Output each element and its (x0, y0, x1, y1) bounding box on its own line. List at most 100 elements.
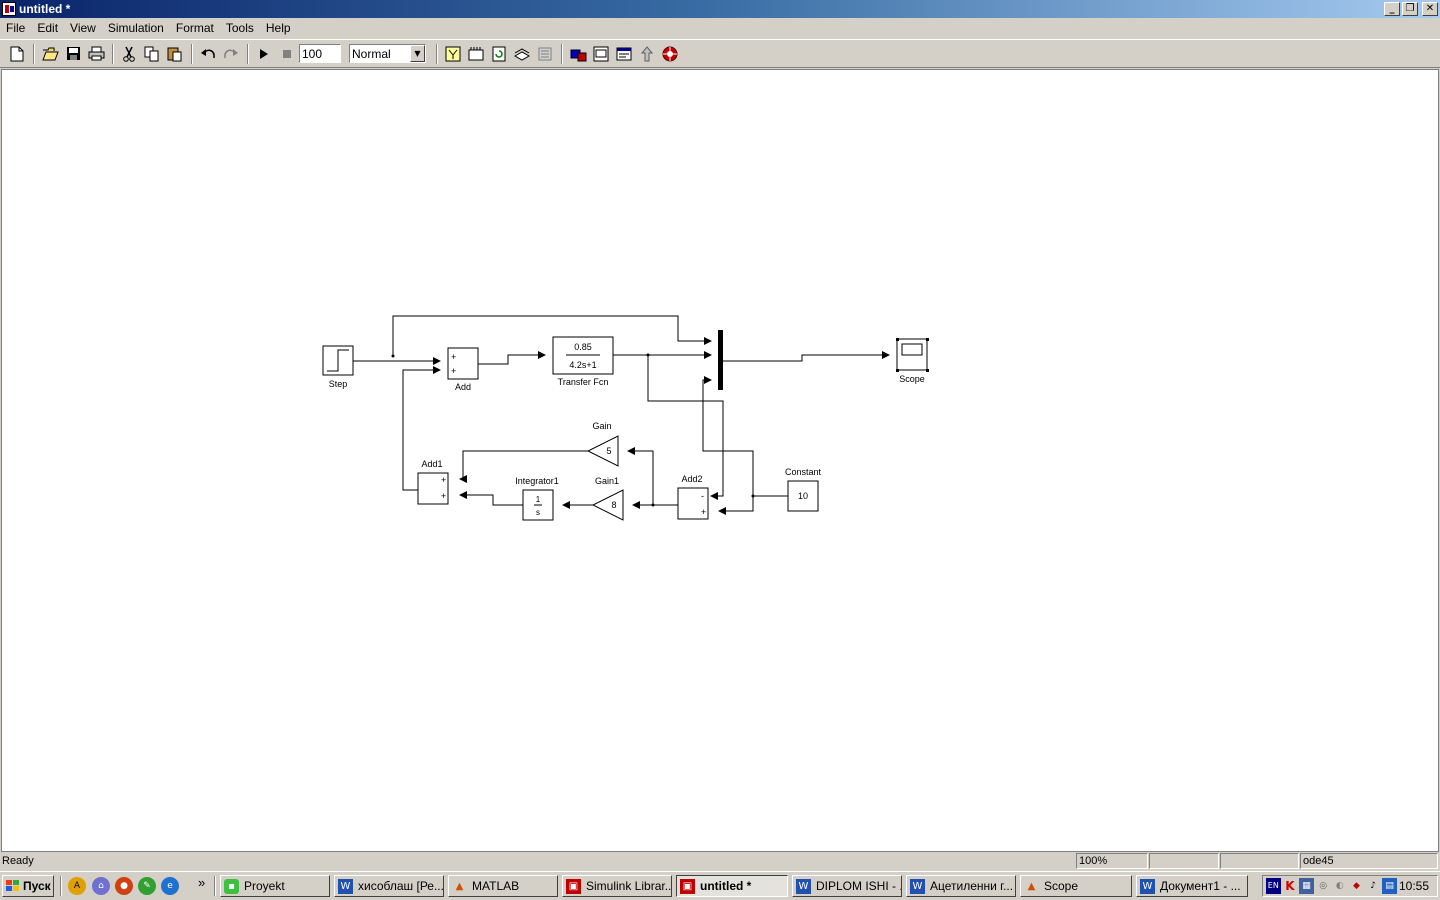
model-properties-icon[interactable] (613, 43, 635, 65)
paste-icon[interactable] (164, 43, 186, 65)
integrator-numerator: 1 (536, 495, 541, 504)
minimize-button[interactable]: _ (1384, 2, 1400, 16)
quick-launch-edit-icon[interactable]: ✎ (138, 877, 156, 895)
menu-view[interactable]: View (64, 21, 102, 35)
menu-format[interactable]: Format (170, 21, 220, 35)
clock[interactable]: 10:55 (1399, 879, 1429, 893)
taskbar-button-proyekt[interactable]: ▪ Proyekt (220, 875, 330, 897)
redo-icon[interactable] (220, 43, 242, 65)
title-bar[interactable]: untitled * _ ❐ ✕ (0, 0, 1440, 18)
add-block[interactable]: + + Add (447, 347, 479, 392)
go-to-parent-icon[interactable] (636, 43, 658, 65)
volume-icon[interactable]: ♪ (1366, 878, 1381, 894)
help-icon[interactable] (659, 43, 681, 65)
word-icon: W (910, 878, 925, 894)
integrator1-block[interactable]: 1 s Integrator1 (515, 476, 559, 521)
system-tray: EN K ▦ ◎ ◐ ◆ ♪ ▤ 10:55 (1262, 875, 1438, 897)
matlab-icon: ▲ (1027, 880, 1036, 892)
simulink-icon: ▣ (566, 878, 581, 894)
copy-icon[interactable] (141, 43, 163, 65)
menu-help[interactable]: Help (260, 21, 297, 35)
save-icon[interactable] (62, 43, 84, 65)
scope-block[interactable]: Scope (896, 338, 929, 384)
block-diagram[interactable]: Step + + Add 0.85 4.2s+1 Transfer Fcn Sc… (2, 70, 1438, 851)
debugger-icon[interactable] (567, 43, 589, 65)
open-icon[interactable] (39, 43, 61, 65)
taskbar-button-matlab[interactable]: ▲ MATLAB (448, 875, 558, 897)
quick-launch-desktop-icon[interactable]: ⌂ (92, 877, 110, 895)
taskbar-button-document1[interactable]: W Документ1 - ... (1136, 875, 1248, 897)
close-button[interactable]: ✕ (1422, 2, 1438, 16)
model-canvas[interactable]: Step + + Add 0.85 4.2s+1 Transfer Fcn Sc… (1, 69, 1439, 852)
add1-block[interactable]: + + Add1 (417, 459, 449, 505)
taskbar-button-word-2[interactable]: W Ацетиленни г... (906, 875, 1016, 897)
menu-edit[interactable]: Edit (31, 21, 64, 35)
transfer-fcn-block[interactable]: 0.85 4.2s+1 Transfer Fcn (552, 336, 614, 387)
mux-block[interactable] (718, 330, 723, 390)
add1-port-sign-2: + (441, 491, 446, 501)
gain1-block[interactable]: 8 Gain1 (591, 476, 624, 521)
gain-block[interactable]: 5 Gain (586, 421, 619, 467)
update-diagram-icon[interactable] (465, 43, 487, 65)
task-label: MATLAB (472, 879, 520, 893)
word-icon: W (338, 878, 353, 894)
antivirus-icon[interactable]: K (1283, 878, 1298, 894)
task-label: хисоблаш [Ре... (358, 879, 444, 893)
constant-block[interactable]: 10 Constant (785, 467, 822, 512)
quick-launch-browser-icon[interactable]: e (161, 877, 179, 895)
taskbar-button-word-1[interactable]: W хисоблаш [Ре... (334, 875, 444, 897)
model-browser-icon[interactable] (590, 43, 612, 65)
quick-launch-media-icon[interactable]: ● (115, 877, 133, 895)
status-panel-empty (1220, 853, 1299, 869)
simulation-mode-select[interactable]: Normal ▼ (349, 44, 426, 63)
branch-point (651, 503, 655, 507)
menu-simulation[interactable]: Simulation (102, 21, 170, 35)
menu-tools[interactable]: Tools (220, 21, 260, 35)
display-icon[interactable]: ▤ (1382, 878, 1397, 894)
integrator1-label: Integrator1 (515, 476, 559, 486)
new-model-icon[interactable] (6, 43, 28, 65)
language-indicator[interactable]: EN (1266, 878, 1281, 894)
taskbar-separator (214, 876, 216, 896)
model-explorer-icon[interactable] (534, 43, 556, 65)
task-label: Ацетиленни г... (930, 879, 1014, 893)
taskbar-button-scope[interactable]: ▲ Scope (1020, 875, 1132, 897)
security-icon[interactable]: ◐ (1333, 878, 1348, 894)
library-browser-icon[interactable] (511, 43, 533, 65)
taskbar-button-untitled[interactable]: ▣ untitled * (676, 875, 788, 897)
start-simulation-icon[interactable] (253, 43, 275, 65)
chevron-down-icon[interactable]: ▼ (410, 45, 425, 62)
branch-point (391, 354, 395, 358)
add2-label: Add2 (681, 474, 702, 484)
simulink-model-icon[interactable] (2, 2, 16, 16)
network-icon[interactable]: ▦ (1299, 878, 1314, 894)
taskbar-button-diplom[interactable]: W DIPLOM ISHI - ... (792, 875, 902, 897)
quick-launch-a-icon[interactable]: A (68, 877, 86, 895)
stop-simulation-icon[interactable] (276, 43, 298, 65)
refresh-icon[interactable] (488, 43, 510, 65)
stop-time-input[interactable] (299, 44, 341, 63)
toolbar-separator (436, 43, 438, 64)
shield-icon[interactable]: ◆ (1349, 878, 1364, 894)
add2-block[interactable]: - + Add2 (677, 474, 709, 520)
start-button[interactable]: Пуск (2, 875, 54, 897)
quick-launch-more-icon[interactable]: » (198, 875, 205, 890)
build-icon[interactable] (442, 43, 464, 65)
undo-icon[interactable] (197, 43, 219, 65)
step-block[interactable]: Step (322, 345, 354, 389)
task-label: Документ1 - ... (1160, 879, 1241, 893)
branch-point (751, 494, 755, 498)
task-label: DIPLOM ISHI - ... (816, 879, 902, 893)
simulation-mode-value: Normal (352, 46, 391, 61)
print-icon[interactable] (85, 43, 107, 65)
menu-file[interactable]: File (0, 21, 31, 35)
maximize-button[interactable]: ❐ (1402, 2, 1418, 16)
settings-icon[interactable]: ◎ (1316, 878, 1331, 894)
tf-denominator: 4.2s+1 (569, 360, 596, 370)
transfer-fcn-label: Transfer Fcn (558, 377, 609, 387)
taskbar-button-simulink-library[interactable]: ▣ Simulink Librar... (562, 875, 672, 897)
window-title: untitled * (19, 2, 71, 16)
gain-label: Gain (592, 421, 611, 431)
line-step-to-mux (392, 315, 712, 356)
cut-icon[interactable] (118, 43, 140, 65)
